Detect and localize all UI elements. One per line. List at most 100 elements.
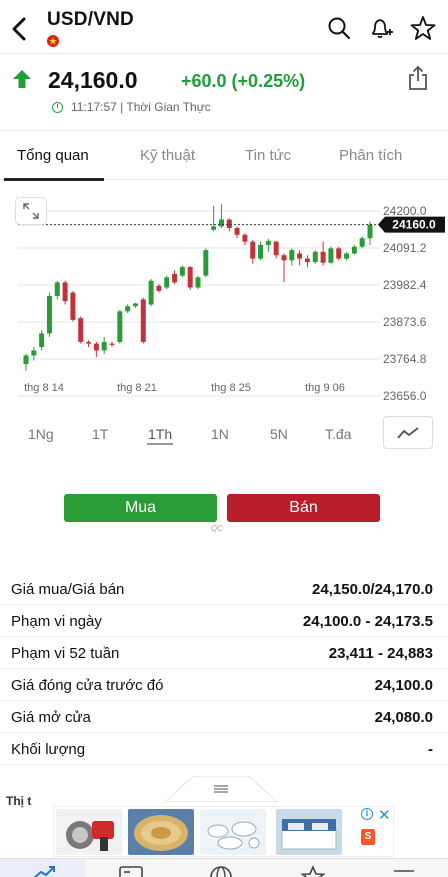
candle-body <box>359 238 365 247</box>
candle-body <box>93 343 99 351</box>
current-price-label: 24160.0 <box>392 218 436 232</box>
news-icon[interactable] <box>117 863 145 877</box>
sell-button[interactable]: Bán <box>227 494 380 522</box>
line-chart-icon <box>397 426 419 439</box>
active-tab-indicator <box>4 178 104 181</box>
vietnam-flag-icon <box>47 35 59 47</box>
ad-product-image[interactable] <box>56 809 122 855</box>
instrument-title: USD/VND <box>47 9 134 30</box>
stat-value: 24,150.0/24,170.0 <box>312 581 433 598</box>
candle-body <box>328 248 334 263</box>
candle-body <box>39 333 45 348</box>
menu-icon[interactable] <box>390 863 418 877</box>
alert-button[interactable] <box>368 14 394 42</box>
price-chart[interactable]: 24200.0 24091.2 23982.4 23873.6 23764.8 23656… <box>0 190 448 410</box>
stat-label: Giá đóng cửa trước đó <box>11 677 164 694</box>
stat-label: Giá mua/Giá bán <box>11 581 125 598</box>
candle-body <box>125 306 131 312</box>
candle-body <box>195 277 201 288</box>
quote-time-row: 11:17:57 | Thời Gian Thực <box>52 100 211 114</box>
tab-analysis[interactable]: Phân tích <box>339 147 402 164</box>
markets-icon[interactable] <box>30 863 58 877</box>
candle-body <box>86 341 92 344</box>
stat-row-volume: Khối lượng - <box>0 733 448 765</box>
candle-body <box>265 240 271 246</box>
candle-body <box>23 355 29 365</box>
stat-value: - <box>428 741 433 758</box>
candle-body <box>132 303 138 307</box>
candle-body <box>172 273 178 283</box>
candle-body <box>101 341 107 351</box>
up-arrow-icon <box>12 69 32 94</box>
candle-body <box>312 251 318 263</box>
search-button[interactable] <box>326 14 352 42</box>
candle-body <box>140 299 146 342</box>
stat-row-bid-ask: Giá mua/Giá bán 24,150.0/24,170.0 <box>0 573 448 605</box>
ad-product-image[interactable] <box>276 809 342 855</box>
range-1-month[interactable]: 1Th <box>148 426 172 442</box>
candle-body <box>70 292 76 320</box>
key-stats: Giá mua/Giá bán 24,150.0/24,170.0 Phạm v… <box>0 573 448 765</box>
expand-icon <box>23 203 39 219</box>
range-max[interactable]: T.đa <box>325 426 351 442</box>
candle-body <box>164 277 170 288</box>
bottom-sheet-handle[interactable] <box>165 776 277 802</box>
ad-info-icon[interactable]: i <box>361 808 373 820</box>
search-icon <box>328 17 351 40</box>
candle-body <box>351 246 357 254</box>
range-1-day[interactable]: 1Ng <box>28 426 54 442</box>
candle-body <box>117 311 123 342</box>
candle-body <box>78 318 84 342</box>
tab-technical[interactable]: Kỹ thuật <box>140 147 195 164</box>
candle-body <box>320 251 326 263</box>
stat-value: 24,100.0 - 24,173.5 <box>302 613 433 630</box>
expand-chart-button[interactable] <box>15 197 47 225</box>
range-5-years[interactable]: 5N <box>270 426 288 442</box>
candle-body <box>156 285 162 291</box>
tab-overview[interactable]: Tổng quan <box>17 147 89 164</box>
candle-body <box>109 343 115 345</box>
stat-row-prev-close: Giá đóng cửa trước đó 24,100.0 <box>0 669 448 701</box>
candle-body <box>226 219 232 229</box>
y-tick-label: 23656.0 <box>383 389 427 403</box>
bottom-navigation <box>0 858 448 877</box>
range-1-week[interactable]: 1T <box>92 426 108 442</box>
stat-label: Khối lượng <box>11 741 86 758</box>
candle-body <box>289 250 295 261</box>
stat-row-day-range: Phạm vi ngày 24,100.0 - 24,173.5 <box>0 605 448 637</box>
chart-type-toggle[interactable] <box>383 416 433 449</box>
tab-news[interactable]: Tin tức <box>245 147 291 164</box>
candle-body <box>54 282 60 297</box>
ad-product-image[interactable] <box>128 809 194 855</box>
watchlist-star-icon[interactable] <box>299 863 327 877</box>
x-tick-label: thg 9 06 <box>305 382 345 394</box>
stat-label: Phạm vi ngày <box>11 613 102 630</box>
y-tick-label: 23873.6 <box>383 315 427 329</box>
buy-button[interactable]: Mua <box>64 494 217 522</box>
quote-time: 11:17:57 | Thời Gian Thực <box>71 100 211 114</box>
candle-body <box>179 267 185 276</box>
stat-label: Phạm vi 52 tuần <box>11 645 120 662</box>
app-screen: USD/VND 24,160.0 +60.0 (+0.25%) 11:17:57… <box>0 0 448 877</box>
candle-body <box>46 296 52 334</box>
candle-body <box>367 224 373 239</box>
candle-body <box>187 267 193 288</box>
back-button[interactable] <box>4 12 34 46</box>
chevron-left-icon <box>12 17 26 41</box>
ad-product-image[interactable] <box>200 809 266 855</box>
last-price: 24,160.0 <box>48 67 138 93</box>
globe-icon[interactable] <box>207 863 235 877</box>
watchlist-button[interactable] <box>410 14 436 42</box>
stat-value: 23,411 - 24,883 <box>328 645 433 662</box>
ad-banner[interactable] <box>53 806 394 857</box>
candle-body <box>258 245 264 259</box>
shopee-logo-icon: S <box>361 829 375 845</box>
range-1-year[interactable]: 1N <box>211 426 229 442</box>
candle-body <box>62 282 68 302</box>
ad-close-icon[interactable]: ✕ <box>378 806 391 824</box>
candle-body <box>344 253 350 259</box>
share-button[interactable] <box>406 65 430 96</box>
candle-body <box>218 219 224 227</box>
x-tick-label: thg 8 25 <box>211 382 251 394</box>
candle-body <box>336 248 342 259</box>
